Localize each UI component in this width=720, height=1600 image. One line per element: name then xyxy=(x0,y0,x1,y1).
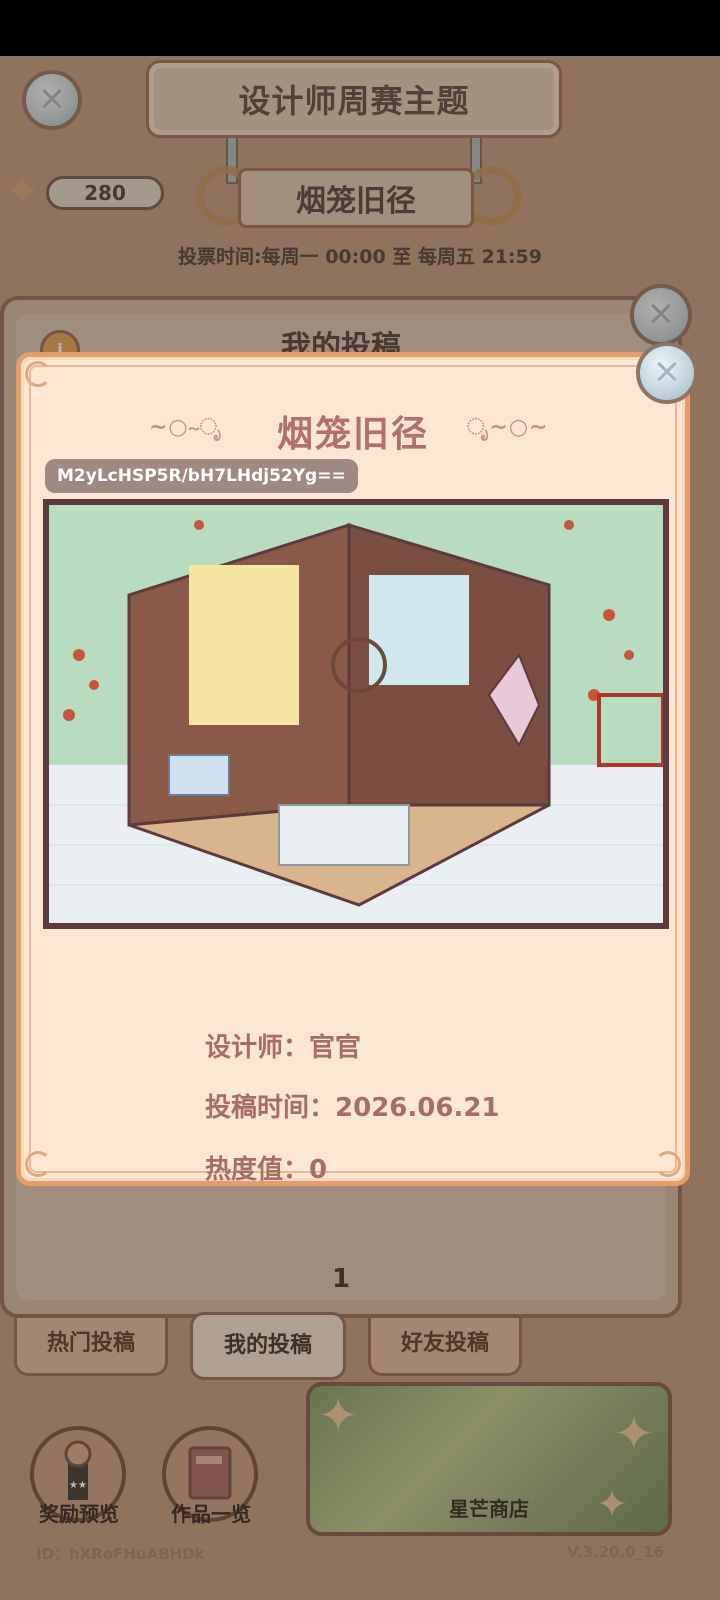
close-icon: ✕ xyxy=(37,80,67,120)
star-count: 280 xyxy=(46,176,164,210)
heat-value: 0 xyxy=(309,1155,328,1185)
star-icon: ✦ xyxy=(613,1406,654,1462)
heat-label: 热度值： xyxy=(205,1155,310,1185)
tab-label: 我的投稿 xyxy=(223,1333,312,1358)
title-ornament-right: ೃ~○~ xyxy=(467,415,549,440)
vote-time: 投票时间:每周一 00:00 至 每周五 21:59 xyxy=(177,246,543,268)
tab-label: 好友投稿 xyxy=(400,1331,489,1356)
svg-text:★★: ★★ xyxy=(69,1480,87,1491)
submit-time-value: 2026.06.21 xyxy=(335,1093,500,1123)
contest-title: 设计师周赛主题 xyxy=(238,82,470,120)
app-version: V.3.20.0_16 xyxy=(567,1543,664,1561)
theme-plaque: 烟笼旧径 xyxy=(238,168,474,228)
modal-close-button[interactable]: ✕ xyxy=(636,342,698,404)
tab-label: 热门投稿 xyxy=(46,1331,135,1356)
submit-time-row: 投稿时间：2026.06.21 xyxy=(205,1087,500,1124)
modal-title: 烟笼旧径 xyxy=(276,414,429,455)
designer-name: 官官 xyxy=(309,1033,362,1063)
works-overview-label: 作品一览 xyxy=(171,1502,251,1526)
page-number: 1 xyxy=(331,1264,351,1294)
panel-close-button[interactable]: ✕ xyxy=(630,284,692,346)
designer-label: 设计师： xyxy=(205,1033,310,1063)
design-code-chip[interactable]: M2yLcHSP5R/bH7LHdj52Yg== xyxy=(45,459,358,493)
top-close-button[interactable]: ✕ xyxy=(22,70,82,130)
submission-detail-modal: ~○~ೃ 烟笼旧径 ೃ~○~ M2yLcHSP5R/bH7LHdj52Yg== xyxy=(16,352,690,1186)
game-screen: ✕ 设计师周赛主题 烟笼旧径 ✦ 280 投票时间:每周一 00:00 至 每周… xyxy=(0,56,720,1600)
designer-row: 设计师：官官 xyxy=(205,1027,361,1064)
close-icon: ✕ xyxy=(646,295,676,335)
corner-ornament xyxy=(25,1151,51,1177)
user-id: ID：hXRoFHuABHDk xyxy=(36,1545,205,1563)
tab-hot-submissions[interactable]: 热门投稿 xyxy=(14,1318,168,1376)
star-icon: ✦ xyxy=(318,1388,359,1444)
heat-row: 热度值：0 xyxy=(205,1149,327,1186)
reward-preview-label: 奖励预览 xyxy=(39,1502,119,1526)
tab-friend-submissions[interactable]: 好友投稿 xyxy=(368,1318,522,1376)
room-illustration xyxy=(49,505,663,923)
design-preview-image xyxy=(43,499,669,929)
submit-time-label: 投稿时间： xyxy=(205,1093,336,1123)
star-counter: ✦ 280 xyxy=(0,170,170,214)
star-icon: ✦ xyxy=(4,166,41,217)
star-shop-label: 星芒商店 xyxy=(449,1497,529,1521)
corner-ornament xyxy=(25,361,51,387)
close-icon: ✕ xyxy=(652,353,682,393)
contest-title-banner: 设计师周赛主题 xyxy=(146,60,562,138)
star-shop-button[interactable]: ✦ ✦ ✦ 星芒商店 xyxy=(306,1382,672,1536)
corner-ornament xyxy=(655,1151,681,1177)
theme-name: 烟笼旧径 xyxy=(296,184,416,219)
tab-my-submissions[interactable]: 我的投稿 xyxy=(190,1312,346,1380)
